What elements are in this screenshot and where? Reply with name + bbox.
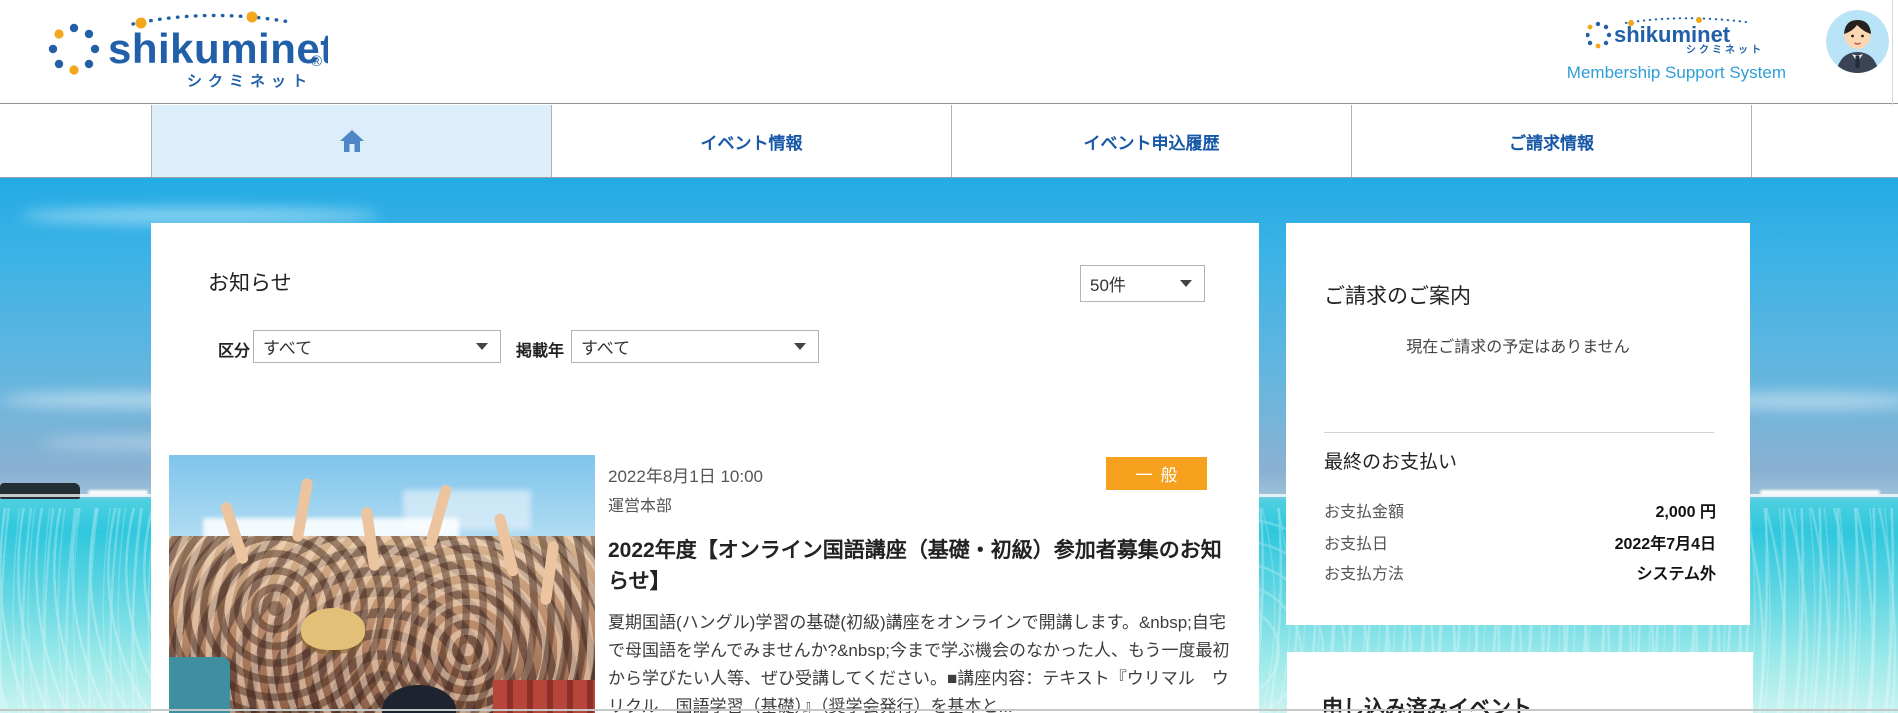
membership-system-label: Membership Support System	[1526, 63, 1786, 83]
per-page-value: 50件	[1081, 271, 1180, 296]
per-page-select[interactable]: 50件	[1080, 265, 1205, 302]
category-select[interactable]: すべて	[253, 330, 501, 363]
logo-wordmark: shikuminet	[108, 25, 328, 72]
avatar-person-icon	[1826, 10, 1889, 73]
news-item-author: 運営本部	[608, 492, 672, 516]
home-icon	[339, 129, 365, 153]
user-avatar[interactable]	[1826, 10, 1889, 73]
billing-empty-message: 現在ご請求の予定はありません	[1286, 333, 1750, 357]
chevron-down-icon	[1180, 280, 1192, 287]
svg-text:シクミネット: シクミネット	[1686, 44, 1764, 54]
news-item-date: 2022年8月1日 10:00	[608, 462, 763, 487]
news-panel: お知らせ 50件 区分 すべて 掲載年 すべて	[151, 223, 1259, 713]
header-right-logo: shikuminet シクミネット Membership Support Sys…	[1526, 14, 1786, 83]
tab-event-history[interactable]: イベント申込履歴	[952, 105, 1352, 177]
tab-event-history-label: イベント申込履歴	[1084, 129, 1220, 154]
news-section-title: お知らせ	[208, 267, 292, 297]
news-item-title[interactable]: 2022年度【オンライン国語講座（基礎・初級）参加者募集のお知らせ】	[608, 535, 1230, 597]
tab-home[interactable]	[152, 105, 552, 177]
divider	[1324, 432, 1714, 433]
tab-event-info-label: イベント情報	[701, 129, 803, 154]
payment-method-value: システム外	[1636, 560, 1716, 584]
year-select-value: すべて	[572, 334, 794, 359]
payment-method-label: お支払方法	[1324, 560, 1404, 584]
shikuminet-mini-logo-icon: shikuminet シクミネット	[1586, 14, 1786, 54]
payment-date-value: 2022年7月4日	[1615, 530, 1716, 554]
chevron-down-icon	[794, 343, 806, 350]
payment-amount-row: お支払金額 2,000 円	[1324, 498, 1716, 522]
shikuminet-page: shikuminet ® シクミネット shikuminet シクミネット Me…	[0, 0, 1898, 713]
year-filter-label: 掲載年	[516, 337, 564, 361]
year-select[interactable]: すべて	[571, 330, 819, 363]
category-filter-label: 区分	[218, 337, 250, 361]
category-select-value: すべて	[254, 334, 476, 359]
last-payment-title: 最終のお支払い	[1324, 447, 1457, 474]
applied-events-panel: 申し込み済みイベント	[1287, 652, 1753, 713]
chevron-down-icon	[476, 343, 488, 350]
news-item-photo[interactable]	[169, 455, 595, 713]
svg-text:shikuminet: shikuminet	[1614, 22, 1731, 47]
tab-event-info[interactable]: イベント情報	[552, 105, 952, 177]
nav-spacer-left	[0, 105, 152, 177]
nav-spacer-right	[1752, 105, 1898, 177]
payment-amount-label: お支払金額	[1324, 498, 1404, 522]
shikuminet-logo[interactable]: shikuminet ® シクミネット	[28, 6, 328, 98]
viewport-bottom-edge	[0, 709, 1898, 711]
logo-katakana: シクミネット	[176, 70, 324, 91]
header: shikuminet ® シクミネット shikuminet シクミネット Me…	[0, 0, 1898, 104]
news-item-category-badge: 一般	[1106, 457, 1207, 490]
payment-date-label: お支払日	[1324, 530, 1388, 554]
billing-panel: ご請求のご案内 現在ご請求の予定はありません 最終のお支払い お支払金額 2,0…	[1286, 223, 1750, 625]
payment-date-row: お支払日 2022年7月4日	[1324, 530, 1716, 554]
tab-billing-info-label: ご請求情報	[1509, 129, 1594, 154]
tab-billing-info[interactable]: ご請求情報	[1352, 105, 1752, 177]
main-nav: イベント情報 イベント申込履歴 ご請求情報	[0, 105, 1898, 178]
news-item-excerpt: 夏期国語(ハングル)学習の基礎(初級)講座をオンラインで開講します。&nbsp;…	[608, 609, 1230, 713]
payment-method-row: お支払方法 システム外	[1324, 560, 1716, 584]
billing-title: ご請求のご案内	[1324, 280, 1471, 310]
payment-amount-value: 2,000 円	[1656, 498, 1717, 522]
logo-reg-mark: ®	[311, 53, 322, 70]
